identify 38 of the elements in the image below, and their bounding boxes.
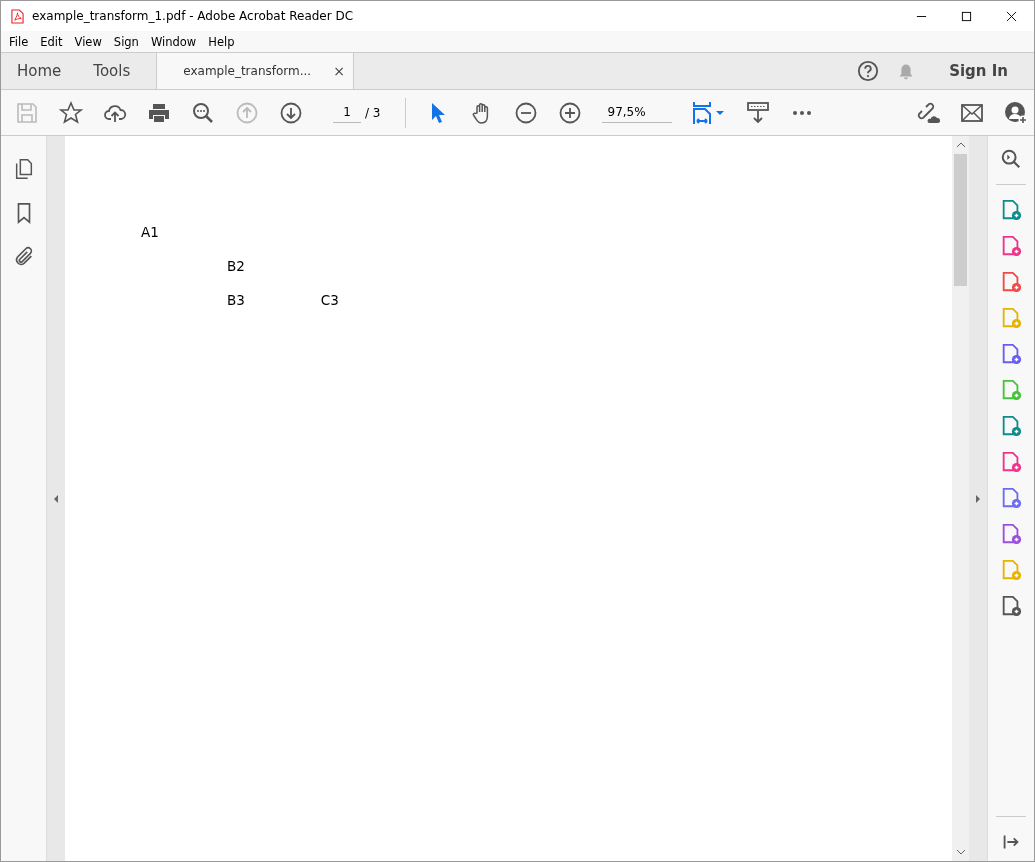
- expand-right-icon[interactable]: [975, 493, 981, 504]
- scrollbar-thumb[interactable]: [954, 154, 967, 286]
- nav-tab[interactable]: Tools: [77, 53, 147, 89]
- zoom-out-icon[interactable]: [513, 100, 538, 125]
- star-icon[interactable]: [59, 100, 83, 125]
- sign-in-button[interactable]: Sign In: [949, 62, 1008, 80]
- window-title: example_transform_1.pdf - Adobe Acrobat Reader DC: [32, 9, 354, 23]
- keyboard-down-icon[interactable]: [745, 100, 770, 125]
- document-text: C3: [320, 292, 339, 310]
- menu-item[interactable]: File: [9, 34, 29, 49]
- document-text: B3: [227, 292, 245, 310]
- page-total: / 3: [365, 105, 381, 120]
- link-cloud-icon[interactable]: [916, 100, 940, 125]
- expand-left-icon[interactable]: [53, 493, 59, 504]
- arrow-down-circle-icon[interactable]: [279, 100, 303, 125]
- search-icon[interactable]: [191, 100, 215, 125]
- close-tab-button[interactable]: ×: [333, 63, 345, 79]
- zoom-dropdown[interactable]: 97,5%: [601, 102, 672, 123]
- nav-tab[interactable]: Home: [1, 53, 78, 89]
- page-number-field[interactable]: 1: [333, 102, 361, 123]
- fit-page-icon[interactable]: [691, 100, 726, 125]
- search-icon[interactable]: [1000, 148, 1022, 170]
- document-text: A1: [141, 224, 159, 242]
- file-plus-icon[interactable]: [1000, 271, 1022, 293]
- scroll-up-icon[interactable]: [955, 142, 966, 148]
- scroll-down-icon[interactable]: [955, 849, 966, 855]
- add-user-icon[interactable]: [1004, 100, 1028, 125]
- menu-item[interactable]: Window: [150, 34, 197, 49]
- help-icon[interactable]: [857, 60, 880, 82]
- document-tab[interactable]: example_transform... ×: [156, 53, 354, 89]
- zoom-in-icon[interactable]: [557, 100, 582, 125]
- menu-item[interactable]: Help: [208, 34, 235, 49]
- tab-label: example_transform...: [183, 64, 312, 78]
- menu-item[interactable]: View: [74, 34, 102, 49]
- menu-item[interactable]: Edit: [40, 34, 63, 49]
- pdf-file-icon: [11, 8, 24, 24]
- document-text: B2: [227, 258, 245, 276]
- menu-item[interactable]: Sign: [113, 34, 139, 49]
